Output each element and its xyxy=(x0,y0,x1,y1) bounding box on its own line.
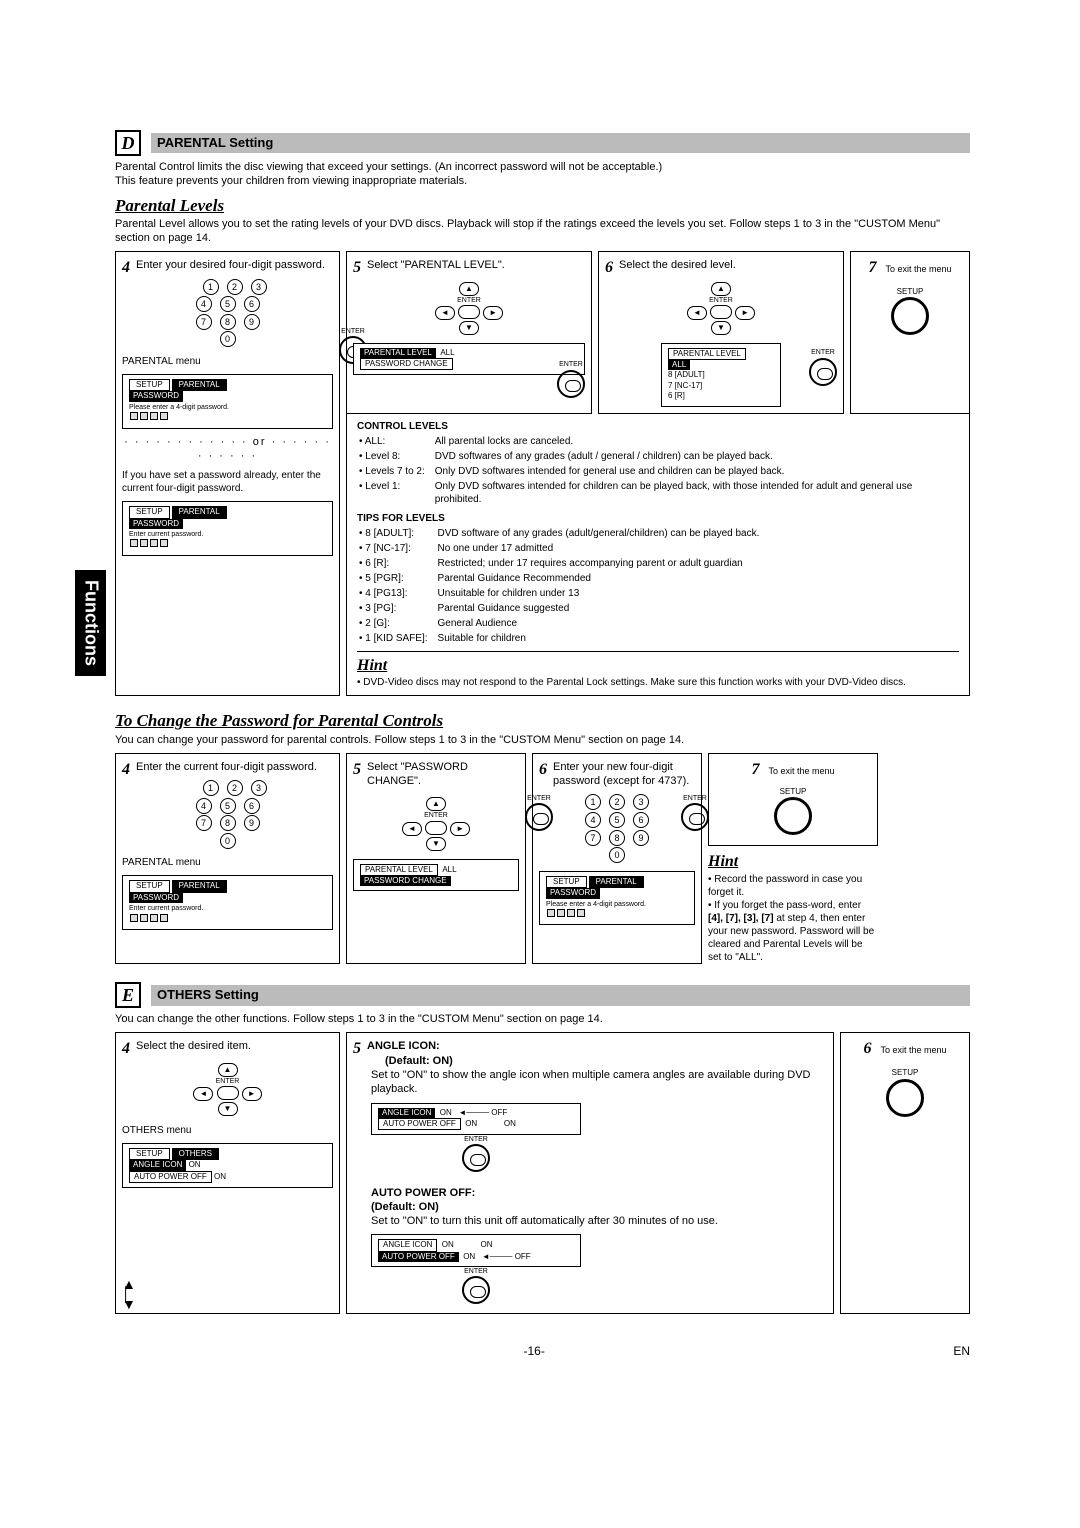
cp-hint-title: Hint xyxy=(708,852,878,873)
autopower-title: AUTO POWER OFF: xyxy=(371,1187,475,1199)
autopower-default: (Default: ON) xyxy=(371,1201,439,1213)
cp-step7: 7 To exit the menu SETUP ENTER xyxy=(708,753,878,846)
parental-step4-text: Enter your desired four-digit password. xyxy=(136,259,325,271)
section-d-letter: D xyxy=(115,130,141,156)
cp-hint: Hint • Record the password in case you f… xyxy=(708,852,878,964)
parental-levels-intro: Parental Level allows you to set the rat… xyxy=(115,217,970,246)
section-e-header: E OTHERS Setting xyxy=(115,982,970,1008)
osd-parental-password: SETUPPARENTAL PASSWORD Please enter a 4-… xyxy=(122,374,333,429)
page-footer: -16- EN xyxy=(115,1344,970,1360)
levels-info-box: CONTROL LEVELS • ALL:All parental locks … xyxy=(346,414,970,697)
parental-step4: 4 Enter your desired four-digit password… xyxy=(115,251,340,696)
keypad-icon: 123 456 789 0 xyxy=(122,780,333,850)
enter-button-icon xyxy=(462,1276,490,1304)
others-step4-text: Select the desired item. xyxy=(136,1040,251,1052)
cp-step7-text: To exit the menu xyxy=(769,766,835,776)
parental-step7-text: To exit the menu xyxy=(886,264,952,274)
control-levels-table: • ALL:All parental locks are canceled.• … xyxy=(357,433,959,508)
change-password-intro: You can change your password for parenta… xyxy=(115,733,970,747)
section-d-title: PARENTAL Setting xyxy=(151,133,970,154)
others-menu-label: OTHERS menu xyxy=(122,1124,333,1137)
osd-parental-current: SETUPPARENTAL PASSWORD Enter current pas… xyxy=(122,501,333,556)
control-levels-heading: CONTROL LEVELS xyxy=(357,420,959,433)
hint-text: DVD-Video discs may not respond to the P… xyxy=(363,677,906,688)
hint-title: Hint xyxy=(357,656,959,677)
cp-step4: 4 Enter the current four-digit password.… xyxy=(115,753,340,964)
parental-menu-label: PARENTAL menu xyxy=(122,355,333,368)
section-d-intro2: This feature prevents your children from… xyxy=(115,174,970,188)
keypad-icon: 123 456 789 0 xyxy=(539,794,695,864)
section-e-letter: E xyxy=(115,982,141,1008)
dpad-icon: ▲ ENTER ◄ ► ▼ xyxy=(122,1062,333,1116)
angle-osd: ANGLE ICON ON ◄──── OFF AUTO POWER OFF O… xyxy=(371,1103,581,1136)
parental-step5: 5 Select "PARENTAL LEVEL". ▲ ENTER ◄ ► ▼… xyxy=(346,251,592,413)
dpad-icon: ▲ ENTER ◄ ► ▼ xyxy=(605,281,837,335)
page-number: -16- xyxy=(523,1344,544,1360)
enter-button-icon xyxy=(809,358,837,386)
others-step4: 4 Select the desired item. ▲ ENTER ◄ ► ▼… xyxy=(115,1032,340,1314)
section-d-intro1: Parental Control limits the disc viewing… xyxy=(115,160,970,174)
cp-osd-newpw: SETUPPARENTAL PASSWORD Please enter a 4-… xyxy=(539,871,695,926)
or-divider: · · · · · · · · · · · · or · · · · · · ·… xyxy=(122,435,333,464)
setup-button-icon xyxy=(891,297,929,335)
osd-level-menu: PARENTAL LEVEL ALL PASSWORD CHANGE xyxy=(353,343,585,376)
others-step5: 5 ANGLE ICON: (Default: ON) Set to "ON" … xyxy=(346,1032,834,1314)
setup-button-icon xyxy=(774,797,812,835)
osd-level-dropdown: PARENTAL LEVEL ALL 8 [ADULT] 7 [NC-17] 6… xyxy=(661,343,781,407)
parental-step6-text: Select the desired level. xyxy=(619,259,736,271)
section-e-title: OTHERS Setting xyxy=(151,985,970,1006)
enter-button-icon xyxy=(557,370,585,398)
tips-levels-heading: TIPS FOR LEVELS xyxy=(357,512,959,525)
angle-desc: Set to "ON" to show the angle icon when … xyxy=(371,1068,827,1097)
cp-osd-current: SETUPPARENTAL PASSWORD Enter current pas… xyxy=(122,875,333,930)
cp-parental-menu-label: PARENTAL menu xyxy=(122,856,333,869)
updown-icon: ▲│▼ xyxy=(122,1279,136,1309)
cp-step5: 5 Select "PASSWORD CHANGE". ▲ ENTER ◄ ► … xyxy=(346,753,526,964)
cp-osd-pwchange: PARENTAL LEVEL ALL PASSWORD CHANGE xyxy=(353,859,519,892)
section-e-intro: You can change the other functions. Foll… xyxy=(115,1012,970,1026)
autopower-osd: ANGLE ICON ON ON AUTO POWER OFF ON ◄────… xyxy=(371,1234,581,1267)
dpad-icon: ▲ ENTER ◄ ► ▼ xyxy=(353,796,519,850)
parental-step7: 7 To exit the menu SETUP xyxy=(850,251,970,413)
others-step6-text: To exit the menu xyxy=(881,1045,947,1055)
enter-button-icon xyxy=(462,1144,490,1172)
cp-step5-text: Select "PASSWORD CHANGE". xyxy=(367,761,468,787)
others-step6: 6 To exit the menu SETUP xyxy=(840,1032,970,1314)
tips-levels-table: • 8 [ADULT]:DVD software of any grades (… xyxy=(357,525,769,647)
autopower-desc: Set to "ON" to turn this unit off automa… xyxy=(371,1214,718,1228)
change-password-title: To Change the Password for Parental Cont… xyxy=(115,710,970,732)
parental-step6: 6 Select the desired level. ▲ ENTER ◄ ► … xyxy=(598,251,844,413)
page-lang: EN xyxy=(953,1344,970,1360)
setup-button-icon xyxy=(886,1079,924,1117)
section-d-header: D PARENTAL Setting xyxy=(115,130,970,156)
parental-step5-text: Select "PARENTAL LEVEL". xyxy=(367,259,505,271)
side-tab-functions: Functions xyxy=(75,570,106,676)
enter-button-icon xyxy=(681,803,709,831)
already-password-note: If you have set a password already, ente… xyxy=(122,469,333,495)
parental-levels-title: Parental Levels xyxy=(115,195,970,217)
angle-icon-title: ANGLE ICON: xyxy=(367,1040,440,1052)
cp-step6: 6 Enter your new four-digit password (ex… xyxy=(532,753,702,964)
others-osd: SETUPOTHERS ANGLE ICON ON AUTO POWER OFF… xyxy=(122,1143,333,1188)
cp-step4-text: Enter the current four-digit password. xyxy=(136,761,317,773)
dpad-icon: ▲ ENTER ◄ ► ▼ xyxy=(353,281,585,335)
angle-default: (Default: ON) xyxy=(385,1055,453,1067)
keypad-icon: 123 456 789 0 xyxy=(122,279,333,349)
cp-step6-text: Enter your new four-digit password (exce… xyxy=(553,761,689,787)
